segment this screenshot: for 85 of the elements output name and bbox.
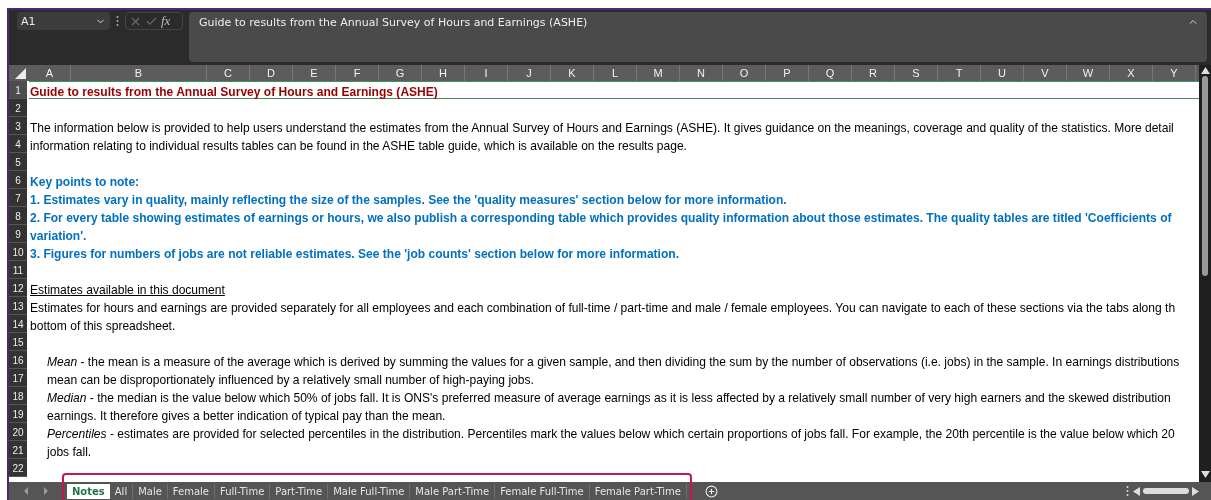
column-header[interactable]: P (766, 65, 809, 81)
column-header[interactable]: O (723, 65, 766, 81)
row-header[interactable]: 19 (9, 405, 27, 423)
cell-text: variation'. (29, 228, 87, 244)
scrollbar-thumb[interactable] (1202, 76, 1208, 276)
row-header[interactable]: 11 (9, 261, 27, 279)
scrollbar-thumb[interactable] (1143, 488, 1189, 494)
row-header[interactable]: 10 (9, 243, 27, 261)
column-header[interactable]: E (293, 65, 336, 81)
column-header[interactable]: Y (1153, 65, 1196, 81)
formula-field[interactable]: Guide to results from the Annual Survey of Hours and Earnings (ASHE) (189, 12, 1207, 62)
scroll-left-icon[interactable] (1133, 486, 1140, 496)
column-header[interactable]: W (1067, 65, 1110, 81)
cell-text: Mean - the mean is a measure of the average which is derived by summing the values for a given sample, and then dividing the sum by the number of observations (i.e. jobs) in the sample. In earnings distributions (46, 354, 1180, 370)
cell-text: 2. For every table showing estimates of earnings or hours, we also publish a corresponding table which provides quality information about those estimates. The quality tables are titled 'Coefficients of (29, 210, 1172, 226)
insert-function-button[interactable]: fx (161, 13, 171, 29)
cell-text: Median - the median is the value below which 50% of jobs fall. It is ONS's preferred measure of average earnings as it is less affected by a relatively small number of very high earners and the skewed distribution (46, 390, 1171, 406)
row-header[interactable]: 18 (9, 387, 27, 405)
cell-text: information relating to individual results tables can be found in the ASHE table guide, which is available on the results page. (29, 138, 687, 154)
more-icon[interactable] (116, 15, 119, 27)
row-header[interactable]: 6 (9, 171, 27, 189)
cell-text: Key points to note: (29, 174, 140, 190)
column-header[interactable]: V (1024, 65, 1067, 81)
column-header[interactable]: J (508, 65, 551, 81)
column-header[interactable]: X (1110, 65, 1153, 81)
row-header[interactable]: 13 (9, 297, 27, 315)
column-header[interactable]: N (680, 65, 723, 81)
column-header[interactable]: A (29, 65, 71, 81)
column-header[interactable]: H (422, 65, 465, 81)
cell-text: bottom of this spreadsheet. (29, 318, 176, 334)
row-header[interactable]: 4 (9, 135, 27, 153)
cell-text: Percentiles - estimates are provided for selected percentiles in the distribution. Percentiles mark the values below which certain proportions of jobs fall. For example, the 20th percentile is the value below which 20 (46, 426, 1175, 442)
row-header[interactable]: 1 (9, 81, 27, 99)
row-header[interactable]: 9 (9, 225, 27, 243)
row-header[interactable]: 5 (9, 153, 27, 171)
column-header[interactable]: G (379, 65, 422, 81)
row-header[interactable]: 8 (9, 207, 27, 225)
sheet-tab[interactable]: Notes (67, 483, 110, 499)
sheet-tab[interactable]: All (109, 483, 134, 499)
sheet-tab[interactable]: Male Full-Time (328, 483, 411, 499)
row-header[interactable]: 14 (9, 315, 27, 333)
column-header[interactable]: I (465, 65, 508, 81)
cell-text: Estimates available in this document (29, 282, 225, 298)
column-header[interactable]: K (551, 65, 594, 81)
row-header[interactable]: 21 (9, 441, 27, 459)
cell-text: mean can be disproportionately influenced by a relatively small number of high-paying jobs. (46, 372, 534, 388)
sheet-tab[interactable]: Male Part-Time (410, 483, 496, 499)
column-header[interactable]: U (981, 65, 1024, 81)
sheet-tab[interactable]: Female (167, 483, 216, 499)
row-header[interactable]: 2 (9, 99, 27, 117)
row-header[interactable]: 16 (9, 351, 27, 369)
cell-text: 1. Estimates vary in quality, mainly reflecting the size of the samples. See the 'quality measures' section below for more information. (29, 192, 787, 208)
cell-text: Estimates for hours and earnings are provided separately for all employees and each combination of full-time / part-time and male / female employees. You can navigate to each of these sections via the tabs along th (29, 300, 1176, 316)
column-header[interactable]: B (71, 65, 207, 81)
row-header[interactable]: 3 (9, 117, 27, 135)
column-header[interactable]: M (637, 65, 680, 81)
cell-text: jobs fall. (45, 444, 92, 460)
column-header[interactable]: R (852, 65, 895, 81)
add-sheet-icon[interactable] (705, 484, 718, 498)
row-header[interactable]: 7 (9, 189, 27, 207)
cell-text: 3. Figures for numbers of jobs are not reliable estimates. See the 'job counts' section below for more information. (29, 246, 680, 262)
column-header[interactable]: F (336, 65, 379, 81)
row-header[interactable]: 17 (9, 369, 27, 387)
more-icon[interactable] (1126, 485, 1129, 497)
column-header[interactable]: C (207, 65, 250, 81)
column-header[interactable]: D (250, 65, 293, 81)
cell-text: earnings. It therefore gives a better indication of typical pay than the mean. (46, 408, 446, 424)
column-header[interactable]: S (895, 65, 938, 81)
sheet-tab[interactable]: Full-Time (215, 483, 271, 499)
sheet-tab[interactable]: Part-Time (270, 483, 329, 499)
cell-text: The information below is provided to help users understand the estimates from the Annual Survey of Hours and Earnings (ASHE). It gives guidance on the meanings, coverage and quality of the statistics. More detail (29, 120, 1174, 136)
row-header[interactable]: 15 (9, 333, 27, 351)
scroll-up-icon[interactable] (1200, 67, 1210, 74)
row-header[interactable]: 22 (9, 459, 27, 477)
row-header[interactable]: 20 (9, 423, 27, 441)
sheet-tab[interactable]: Female Part-Time (589, 483, 687, 499)
scroll-down-icon[interactable] (1200, 471, 1210, 478)
column-header[interactable]: T (938, 65, 981, 81)
cell-text: Guide to results from the Annual Survey of Hours and Earnings (ASHE) (29, 84, 438, 100)
sheet-tab[interactable]: Female Full-Time (495, 483, 590, 499)
row-header[interactable]: 12 (9, 279, 27, 297)
column-header[interactable]: L (594, 65, 637, 81)
sheet-tab[interactable]: Male (133, 483, 168, 499)
column-header[interactable]: Q (809, 65, 852, 81)
name-box[interactable]: A1 (17, 12, 110, 30)
